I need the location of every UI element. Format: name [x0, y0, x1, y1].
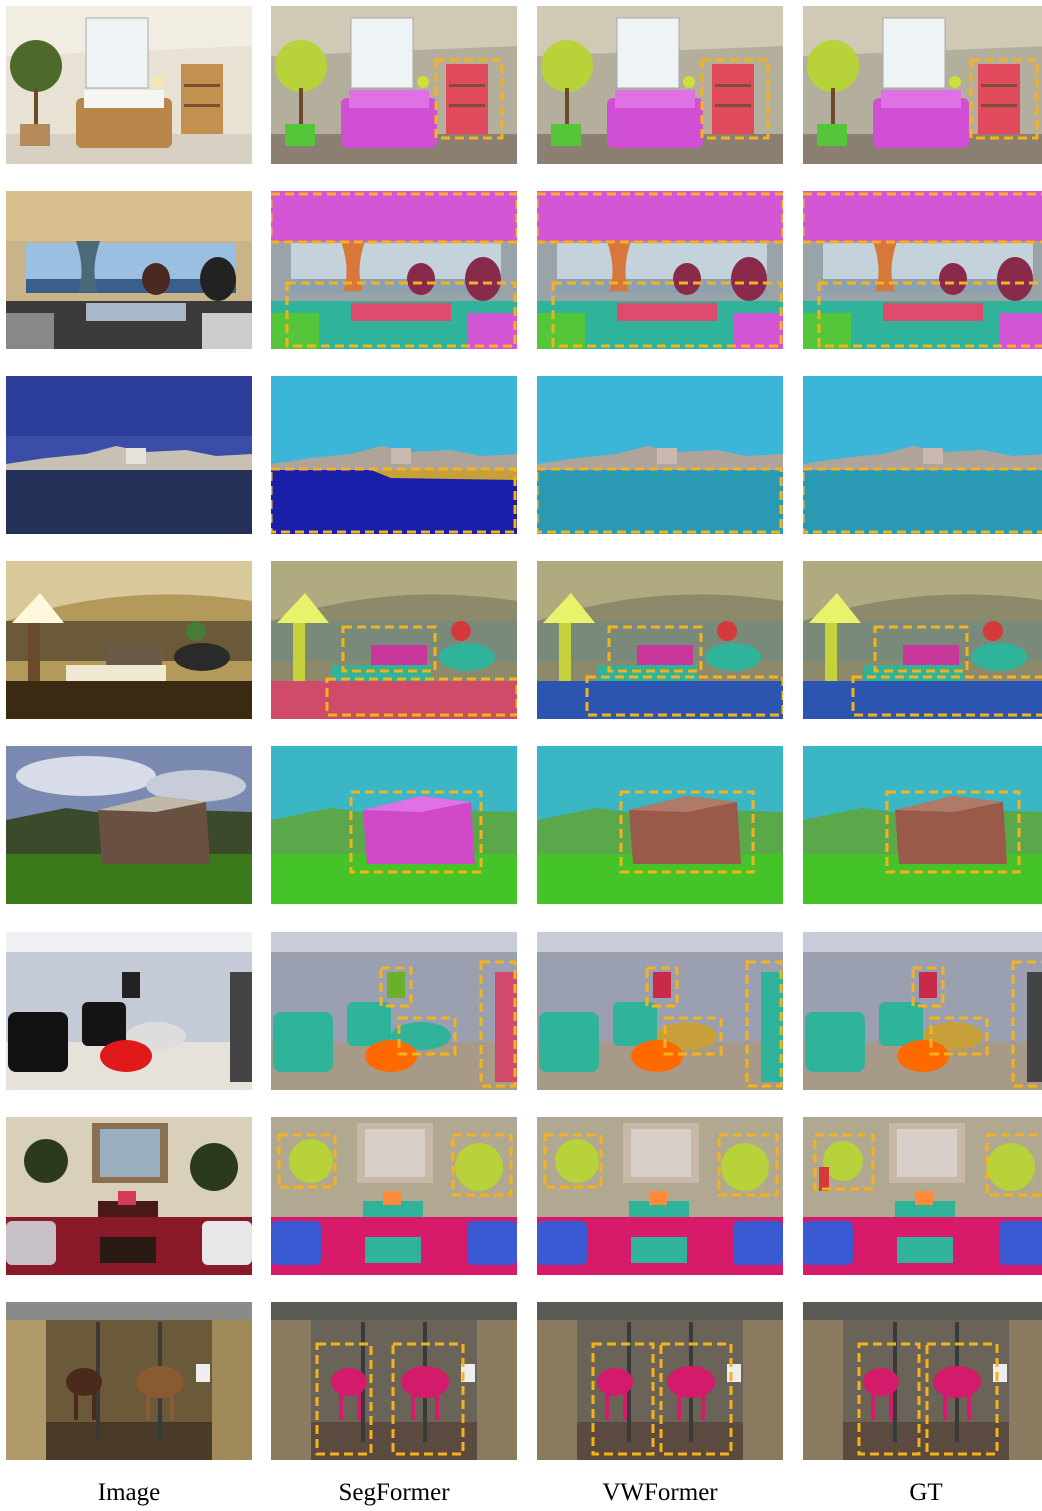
cell-rv-interior-image [6, 191, 252, 349]
segformer-panel [271, 1302, 517, 1460]
vwformer-panel [537, 376, 783, 534]
column-label-gt: GT [909, 1479, 943, 1506]
gt-panel [803, 376, 1042, 534]
cell-living-room-mirror-gt [803, 1117, 1042, 1275]
cell-harbor-vwformer [537, 376, 783, 534]
gt-panel [803, 6, 1042, 164]
cell-barn-image [6, 746, 252, 904]
image-panel [6, 1117, 252, 1275]
cell-lobby-vwformer [537, 561, 783, 719]
segformer-panel [271, 561, 517, 719]
cell-horse-stable-segformer [271, 1302, 517, 1460]
image-panel [6, 561, 252, 719]
vwformer-panel [537, 1117, 783, 1275]
cell-living-room-recliners-vwformer [537, 932, 783, 1090]
image-panel [6, 932, 252, 1090]
gt-panel [803, 1117, 1042, 1275]
segformer-panel [271, 1117, 517, 1275]
cell-horse-stable-vwformer [537, 1302, 783, 1460]
cell-horse-stable-image [6, 1302, 252, 1460]
gt-panel [803, 1302, 1042, 1460]
cell-living-room-recliners-segformer [271, 932, 517, 1090]
vwformer-panel [537, 191, 783, 349]
vwformer-panel [537, 932, 783, 1090]
cell-rv-interior-gt [803, 191, 1042, 349]
cell-living-room-mirror-segformer [271, 1117, 517, 1275]
image-panel [6, 746, 252, 904]
segformer-panel [271, 932, 517, 1090]
cell-bedroom-vwformer [537, 6, 783, 164]
cell-living-room-mirror-vwformer [537, 1117, 783, 1275]
cell-lobby-segformer [271, 561, 517, 719]
cell-lobby-gt [803, 561, 1042, 719]
cell-harbor-image [6, 376, 252, 534]
cell-harbor-segformer [271, 376, 517, 534]
vwformer-panel [537, 561, 783, 719]
cell-living-room-recliners-gt [803, 932, 1042, 1090]
vwformer-panel [537, 6, 783, 164]
cell-bedroom-image [6, 6, 252, 164]
cell-living-room-recliners-image [6, 932, 252, 1090]
column-label-segformer: SegFormer [338, 1479, 450, 1506]
cell-bedroom-segformer [271, 6, 517, 164]
figure-grid [0, 0, 1042, 1511]
column-label-vwformer: VWFormer [602, 1479, 718, 1506]
gt-panel [803, 561, 1042, 719]
vwformer-panel [537, 1302, 783, 1460]
cell-rv-interior-segformer [271, 191, 517, 349]
column-label-image: Image [97, 1479, 161, 1506]
cell-lobby-image [6, 561, 252, 719]
cell-barn-vwformer [537, 746, 783, 904]
image-panel [6, 1302, 252, 1460]
gt-panel [803, 191, 1042, 349]
cell-horse-stable-gt [803, 1302, 1042, 1460]
segformer-panel [271, 746, 517, 904]
cell-barn-segformer [271, 746, 517, 904]
gt-panel [803, 932, 1042, 1090]
cell-barn-gt [803, 746, 1042, 904]
cell-living-room-mirror-image [6, 1117, 252, 1275]
cell-bedroom-gt [803, 6, 1042, 164]
image-panel [6, 6, 252, 164]
cell-rv-interior-vwformer [537, 191, 783, 349]
segformer-panel [271, 6, 517, 164]
image-panel [6, 376, 252, 534]
cell-harbor-gt [803, 376, 1042, 534]
image-panel [6, 191, 252, 349]
segformer-panel [271, 376, 517, 534]
gt-panel [803, 746, 1042, 904]
vwformer-panel [537, 746, 783, 904]
segformer-panel [271, 191, 517, 349]
